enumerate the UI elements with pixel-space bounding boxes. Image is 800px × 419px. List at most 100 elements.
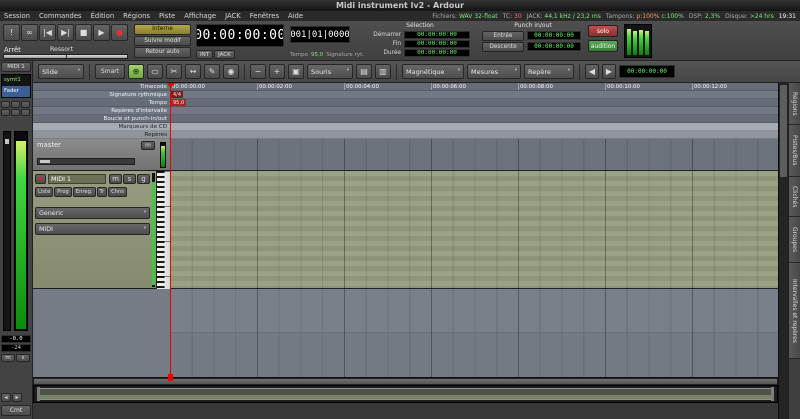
punch-out-button[interactable]: Descente (482, 42, 524, 52)
listen-tool-button[interactable]: ◉ (223, 64, 239, 79)
sync-int-button[interactable]: INT (196, 50, 213, 59)
nudge-right-button[interactable]: ▶ (602, 64, 616, 79)
punch-in-clock[interactable]: 00:00:00:00 (527, 31, 581, 40)
empty-canvas-area[interactable] (170, 333, 778, 377)
mute-button[interactable]: m (1, 354, 15, 362)
loop-button[interactable]: ∞ (21, 24, 38, 41)
monitor-disk-button[interactable] (11, 109, 20, 116)
midi-track-header[interactable]: ● MIDI 1 m s g Liste Prog Enreg. Tr Chns… (33, 171, 170, 289)
channels-button[interactable]: Chns (108, 187, 127, 197)
playlist-button[interactable]: Liste (35, 187, 53, 197)
transpose-button[interactable]: Tr (97, 187, 108, 197)
input-button[interactable] (1, 101, 10, 108)
midi-track-name[interactable]: MIDI 1 (48, 174, 106, 184)
selection-length-clock[interactable]: 00:00:00:00 (404, 49, 470, 57)
selection-start-clock[interactable]: 00:00:00:00 (404, 31, 470, 39)
fader-entry[interactable]: Fader (2, 86, 30, 97)
menu-piste[interactable]: Piste (159, 12, 175, 20)
tab-snapshots[interactable]: Clichés (789, 177, 800, 217)
play-button[interactable]: ▶ (93, 24, 110, 41)
audition-alert-button[interactable]: audition (588, 40, 618, 52)
track-group-button[interactable]: g (137, 174, 150, 184)
ruler-label-meter[interactable]: Signature rythmique (33, 91, 170, 98)
selection-end-clock[interactable]: 00:00:00:00 (404, 40, 470, 48)
menu-session[interactable]: Session (4, 12, 30, 20)
track-record-arm-button[interactable]: ● (35, 174, 46, 184)
draw-tool-button[interactable]: ✎ (204, 64, 220, 79)
rec-enable-button[interactable] (21, 101, 30, 108)
meter-marker[interactable]: 4/4 (171, 91, 183, 98)
gain-fader-handle[interactable] (5, 139, 9, 144)
stretch-tool-button[interactable]: ↔ (185, 64, 201, 79)
menu-affichage[interactable]: Affichage (184, 12, 216, 20)
master-mute-button[interactable]: m (141, 141, 155, 150)
tempo-ruler[interactable]: 95,0 (170, 99, 778, 106)
session-summary[interactable] (33, 385, 778, 403)
master-track-lane[interactable] (170, 139, 778, 171)
midi-track-lane[interactable] (170, 171, 778, 289)
vertical-scrollbar[interactable] (778, 83, 788, 419)
cd-marker-ruler[interactable] (170, 123, 778, 130)
menu-regions[interactable]: Régions (123, 12, 150, 20)
ruler-label-ranges[interactable]: Repères d'intervalle (33, 107, 170, 114)
punch-out-clock[interactable]: 00:00:00:00 (527, 42, 581, 51)
zoom-focus-combo[interactable]: Souris▾ (307, 64, 353, 79)
master-track-name[interactable]: master (37, 141, 61, 149)
stop-button[interactable]: ■ (75, 24, 92, 41)
smart-mode-button[interactable]: Smart (95, 64, 125, 79)
horizontal-scrollbar-handle[interactable] (34, 379, 777, 384)
nudge-clock[interactable]: 00:00:00:00 (619, 65, 675, 78)
object-tool-button[interactable]: ⊕ (128, 64, 144, 79)
punch-in-button[interactable]: Entrée (482, 31, 524, 41)
shuttle-slider[interactable] (3, 54, 128, 59)
midnam-device-combo[interactable]: Generic▾ (35, 207, 150, 219)
master-gain-slider[interactable] (37, 158, 135, 165)
primary-clock[interactable]: 00:00:00:00 (196, 24, 284, 47)
tempo-marker[interactable]: 95,0 (171, 99, 186, 106)
mixer-track-name-button[interactable]: MIDI 1 (1, 62, 31, 72)
master-track-header[interactable]: master m (33, 139, 170, 171)
track-solo-button[interactable]: s (123, 174, 136, 184)
loop-punch-ruler[interactable] (170, 115, 778, 122)
menu-aide[interactable]: Aide (288, 12, 303, 20)
solo-button[interactable]: s (16, 354, 30, 362)
shuttle-mode-label[interactable]: Ressort (50, 46, 73, 53)
sync-jack-button[interactable]: JACK (214, 50, 235, 59)
range-ruler[interactable] (170, 107, 778, 114)
fit-tracks-button[interactable]: ▥ (375, 64, 391, 79)
vertical-scrollbar-handle[interactable] (780, 85, 787, 177)
timecode-ruler[interactable]: 00:00:00:00 00:00:02:00 00:00:04:00 00:0… (170, 83, 778, 90)
midi-mode-combo[interactable]: MIDI▾ (35, 223, 150, 235)
goto-start-button[interactable]: |◀ (39, 24, 56, 41)
comments-button[interactable]: Cmt (1, 405, 31, 416)
zoom-in-button[interactable]: + (269, 64, 285, 79)
master-gain-handle[interactable] (40, 160, 50, 163)
goto-end-button[interactable]: ▶| (57, 24, 74, 41)
tab-ranges-marks[interactable]: Intervalles et repères (789, 263, 800, 359)
zoom-out-button[interactable]: − (250, 64, 266, 79)
horizontal-scrollbar[interactable] (33, 377, 778, 385)
playhead-bottom-marker[interactable] (168, 374, 173, 381)
midi-panic-button[interactable]: ! (3, 24, 20, 41)
piano-keyboard-scroomer[interactable] (156, 171, 170, 289)
plugin-entry[interactable]: symt1 (2, 75, 30, 86)
narrow-strip-button[interactable]: ◂ (1, 393, 11, 402)
menu-jack[interactable]: JACK (225, 12, 241, 20)
zoom-fit-button[interactable]: ▣ (288, 64, 304, 79)
processor-box[interactable]: symt1 Fader (1, 74, 31, 98)
ruler-label-timecode[interactable]: Timecode (33, 83, 170, 90)
monitor-in-button[interactable] (1, 109, 10, 116)
hide-strip-button[interactable]: ▸ (12, 393, 22, 402)
record-button[interactable]: ● (111, 24, 128, 41)
menu-fenetres[interactable]: Fenêtres (250, 12, 279, 20)
phase-button[interactable] (11, 101, 20, 108)
tab-regions[interactable]: Régions (789, 83, 800, 125)
solo-alert-button[interactable]: solo (588, 25, 618, 37)
auto-return-button[interactable]: Retour auto (134, 47, 191, 58)
secondary-clock[interactable]: 001|01|0000 (290, 26, 350, 43)
record-mode-button[interactable]: Enreg. (73, 187, 96, 197)
ruler-label-cd-markers[interactable]: Marqueurs de CD (33, 123, 170, 130)
menu-commandes[interactable]: Commandes (39, 12, 82, 20)
editor-canvas[interactable] (170, 139, 778, 377)
track-mute-button[interactable]: m (109, 174, 122, 184)
